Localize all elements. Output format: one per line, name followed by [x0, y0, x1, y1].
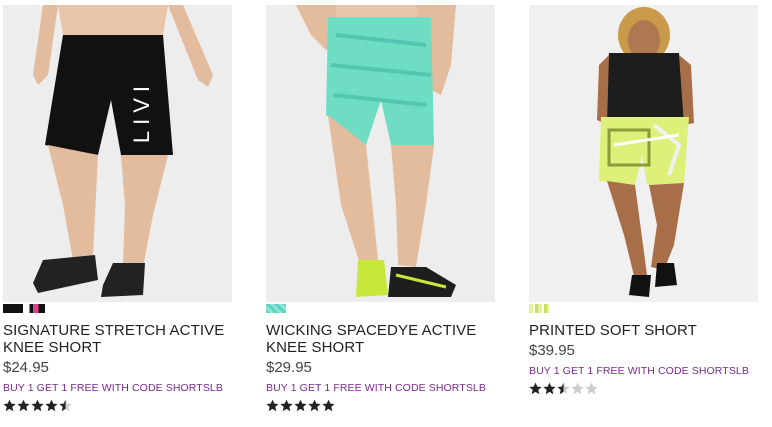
product-image[interactable]: LIVI — [3, 5, 232, 302]
star-half-icon — [557, 382, 570, 395]
swatch-lime-print[interactable] — [529, 304, 549, 313]
product-card[interactable]: PRINTED SOFT SHORT $39.95 BUY 1 GET 1 FR… — [529, 5, 759, 395]
star-filled-icon — [543, 382, 556, 395]
product-image[interactable] — [529, 5, 758, 302]
star-filled-icon — [266, 399, 279, 412]
rating-stars[interactable] — [266, 399, 496, 412]
promo-text: BUY 1 GET 1 FREE WITH CODE SHORTSLB — [266, 382, 486, 394]
color-swatches — [3, 304, 233, 314]
rating-stars[interactable] — [529, 382, 759, 395]
logo-text: LIVI — [129, 80, 154, 144]
product-name[interactable]: SIGNATURE STRETCH ACTIVE KNEE SHORT — [3, 322, 233, 356]
product-price: $24.95 — [3, 359, 49, 376]
promo-text: BUY 1 GET 1 FREE WITH CODE SHORTSLB — [529, 365, 749, 377]
star-filled-icon — [31, 399, 44, 412]
star-filled-icon — [280, 399, 293, 412]
star-empty-icon — [585, 382, 598, 395]
product-price: $39.95 — [529, 342, 575, 359]
star-filled-icon — [529, 382, 542, 395]
star-filled-icon — [322, 399, 335, 412]
product-image[interactable] — [266, 5, 495, 302]
star-filled-icon — [308, 399, 321, 412]
star-half-icon — [59, 399, 72, 412]
color-swatches — [266, 304, 496, 314]
product-name[interactable]: PRINTED SOFT SHORT — [529, 322, 759, 339]
product-card[interactable]: WICKING SPACEDYE ACTIVE KNEE SHORT $29.9… — [266, 5, 496, 412]
star-filled-icon — [3, 399, 16, 412]
star-empty-icon — [571, 382, 584, 395]
swatch-black[interactable] — [3, 304, 23, 313]
promo-text: BUY 1 GET 1 FREE WITH CODE SHORTSLB — [3, 382, 223, 394]
product-card[interactable]: LIVI SIGNATURE STRETCH ACTIVE KNEE SHORT… — [3, 5, 233, 412]
product-price: $29.95 — [266, 359, 312, 376]
star-filled-icon — [294, 399, 307, 412]
color-swatches — [529, 304, 759, 314]
star-filled-icon — [17, 399, 30, 412]
star-filled-icon — [45, 399, 58, 412]
swatch-aqua[interactable] — [266, 304, 286, 313]
swatch-white-pink[interactable] — [23, 304, 45, 313]
rating-stars[interactable] — [3, 399, 233, 412]
product-name[interactable]: WICKING SPACEDYE ACTIVE KNEE SHORT — [266, 322, 496, 356]
